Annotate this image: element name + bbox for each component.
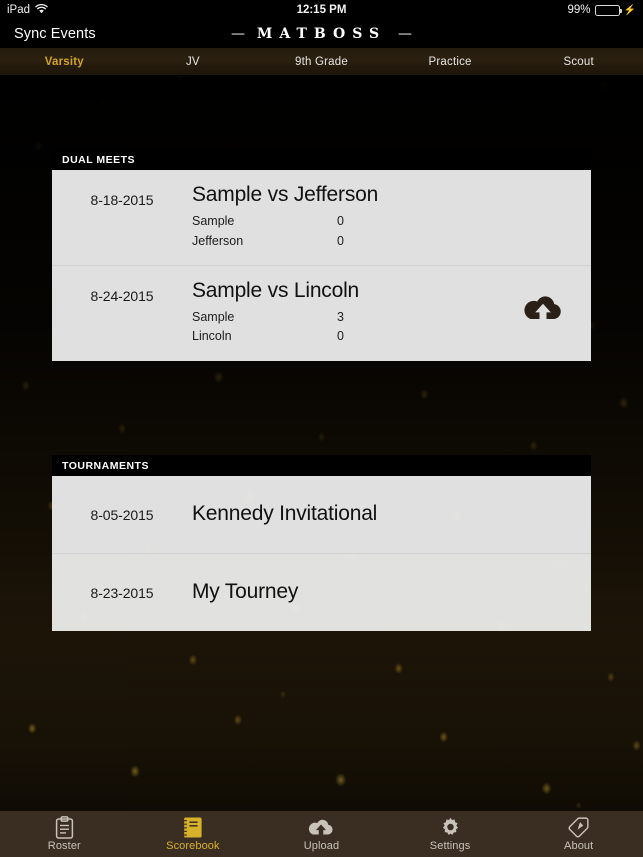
matboss-logo: — MATBOSS — (0, 26, 643, 42)
notebook-icon (183, 815, 203, 839)
app-root: iPad 12:15 PM 99% ⚡ Sync Events — MATBOS… (0, 0, 643, 857)
status-bar-right: 99% ⚡ (568, 4, 636, 16)
row-body: My Tourney (192, 580, 495, 604)
row-scores: Sample 0 Jefferson 0 (192, 212, 495, 251)
tabbar-label-upload: Upload (303, 840, 340, 852)
score-value: 0 (337, 329, 344, 344)
clipboard-icon (55, 815, 74, 839)
logo-dash-right: — (397, 26, 412, 42)
tab-varsity[interactable]: Varsity (0, 56, 129, 68)
dual-meets-card: 8-18-2015 Sample vs Jefferson Sample 0 J… (52, 170, 591, 361)
tab-jv[interactable]: JV (129, 56, 258, 68)
dual-meets-section: DUAL MEETS 8-18-2015 Sample vs Jefferson… (52, 149, 591, 361)
logo-dash-left: — (231, 26, 246, 42)
score-line: Jefferson 0 (192, 232, 495, 251)
table-row[interactable]: 8-23-2015 My Tourney (52, 552, 591, 631)
score-team-name: Jefferson (192, 233, 244, 248)
tab-practice[interactable]: Practice (386, 56, 515, 68)
tab-9th-grade[interactable]: 9th Grade (257, 56, 386, 68)
row-upload-slot (495, 279, 591, 327)
score-line: Sample 0 (192, 212, 495, 231)
tabbar-item-about[interactable]: About (514, 815, 643, 852)
score-value: 3 (337, 310, 344, 325)
device-label: iPad (7, 4, 31, 16)
cloud-upload-icon (308, 815, 334, 839)
status-bar: iPad 12:15 PM 99% ⚡ (0, 0, 643, 20)
score-value: 0 (337, 214, 344, 229)
tournaments-header: TOURNAMENTS (52, 454, 591, 476)
row-body: Sample vs Jefferson Sample 0 Jefferson 0 (192, 183, 495, 251)
score-line: Lincoln 0 (192, 327, 495, 346)
table-row[interactable]: 8-05-2015 Kennedy Invitational (52, 476, 591, 553)
score-value: 0 (337, 233, 344, 248)
battery-percent-label: 99% (567, 4, 591, 16)
sync-events-button[interactable]: Sync Events (14, 26, 96, 42)
team-level-tabstrip: Varsity JV 9th Grade Practice Scout (0, 48, 643, 76)
tabbar-label-scorebook: Scorebook (166, 840, 220, 852)
row-date: 8-18-2015 (90, 192, 154, 208)
row-date: 8-23-2015 (90, 584, 154, 601)
row-title: Kennedy Invitational (192, 501, 378, 525)
score-team-name: Lincoln (192, 329, 232, 344)
cloud-upload-icon[interactable] (523, 293, 563, 327)
bottom-tab-bar: Roster Scorebook Upload Settings About (0, 811, 643, 857)
scorebook-content: DUAL MEETS 8-18-2015 Sample vs Jefferson… (0, 149, 643, 632)
wifi-icon (35, 4, 48, 16)
logo-text: MATBOSS (256, 26, 387, 42)
table-row[interactable]: 8-24-2015 Sample vs Lincoln Sample 3 Lin… (52, 264, 591, 361)
tabbar-label-roster: Roster (47, 840, 81, 852)
tabbar-item-scorebook[interactable]: Scorebook (129, 815, 258, 852)
row-scores: Sample 3 Lincoln 0 (192, 308, 495, 347)
battery-icon (594, 4, 622, 16)
score-line: Sample 3 (192, 308, 495, 327)
tag-icon (568, 815, 589, 839)
row-title: My Tourney (192, 579, 299, 603)
status-bar-left: iPad (7, 4, 48, 16)
table-row[interactable]: 8-18-2015 Sample vs Jefferson Sample 0 J… (52, 170, 591, 265)
status-bar-time: 12:15 PM (296, 4, 347, 16)
row-title: Sample vs Jefferson (192, 183, 379, 206)
row-date: 8-24-2015 (90, 287, 154, 304)
tabbar-item-upload[interactable]: Upload (257, 815, 386, 852)
tabbar-item-roster[interactable]: Roster (0, 815, 129, 852)
tabbar-label-settings: Settings (429, 840, 471, 852)
score-team-name: Sample (192, 214, 235, 229)
tournaments-section: TOURNAMENTS 8-05-2015 Kennedy Invitation… (52, 454, 591, 632)
nav-bar: Sync Events — MATBOSS — (0, 20, 643, 48)
row-date: 8-05-2015 (90, 506, 154, 523)
tabbar-item-settings[interactable]: Settings (386, 815, 515, 852)
tournaments-card: 8-05-2015 Kennedy Invitational 8-23-2015… (52, 475, 591, 632)
tab-scout[interactable]: Scout (514, 56, 643, 68)
row-title: Sample vs Lincoln (192, 278, 360, 302)
tabbar-label-about: About (564, 840, 594, 852)
lightning-bolt-icon: ⚡ (623, 4, 636, 16)
gear-icon (440, 815, 461, 839)
row-body: Sample vs Lincoln Sample 3 Lincoln 0 (192, 279, 495, 347)
row-body: Kennedy Invitational (192, 502, 495, 526)
score-team-name: Sample (192, 310, 235, 325)
dual-meets-header: DUAL MEETS (52, 149, 591, 170)
